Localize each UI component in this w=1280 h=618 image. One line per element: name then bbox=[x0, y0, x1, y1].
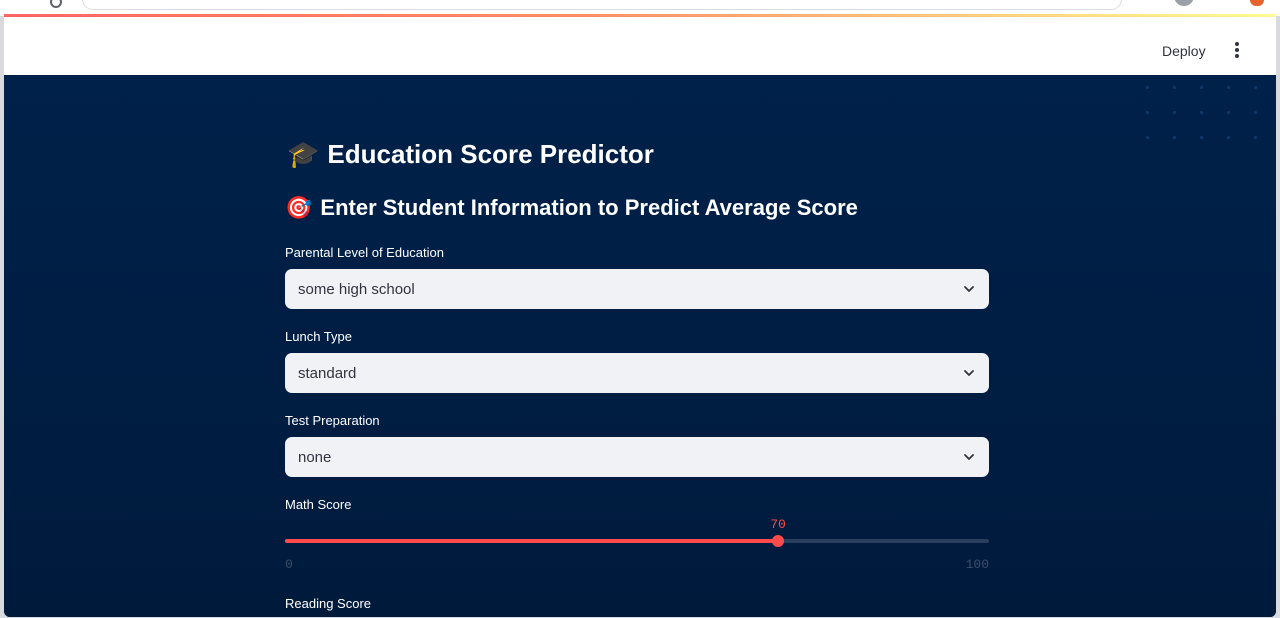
address-bar[interactable] bbox=[82, 0, 1122, 10]
section-heading-text: Enter Student Information to Predict Ave… bbox=[320, 195, 858, 220]
test-preparation-label: Test Preparation bbox=[285, 413, 380, 428]
math-score-label: Math Score bbox=[285, 497, 352, 512]
chevron-down-icon bbox=[964, 286, 974, 292]
math-score-min: 0 bbox=[285, 557, 293, 572]
parental-education-value: some high school bbox=[298, 280, 415, 298]
test-preparation-value: none bbox=[298, 448, 332, 466]
math-score-slider-fill bbox=[285, 539, 778, 543]
test-preparation-select[interactable]: none bbox=[285, 437, 989, 477]
app-window: Deploy 🎓 Education Score Predictor 🎯 Enter… bbox=[4, 17, 1276, 617]
extension-icon[interactable] bbox=[1250, 0, 1264, 6]
section-heading: 🎯 Enter Student Information to Predict Av… bbox=[285, 195, 858, 221]
page-title-text: Education Score Predictor bbox=[327, 139, 654, 169]
chevron-down-icon bbox=[964, 370, 974, 376]
app-header: Deploy bbox=[4, 17, 1276, 75]
reload-icon[interactable] bbox=[50, 0, 62, 8]
lunch-type-value: standard bbox=[298, 364, 357, 382]
lunch-type-label: Lunch Type bbox=[285, 329, 352, 344]
parental-education-select[interactable]: some high school bbox=[285, 269, 989, 309]
math-score-max: 100 bbox=[965, 557, 989, 572]
target-icon: 🎯 bbox=[285, 195, 313, 220]
main-menu-button[interactable] bbox=[1230, 42, 1244, 60]
reading-score-label: Reading Score bbox=[285, 596, 371, 611]
parental-education-label: Parental Level of Education bbox=[285, 245, 444, 260]
profile-avatar[interactable] bbox=[1174, 0, 1194, 6]
page-title: 🎓 Education Score Predictor bbox=[287, 139, 654, 170]
decorative-dot-pattern bbox=[1134, 75, 1274, 145]
math-score-slider-thumb[interactable] bbox=[772, 535, 784, 547]
chevron-down-icon bbox=[964, 454, 974, 460]
lunch-type-select[interactable]: standard bbox=[285, 353, 989, 393]
graduation-cap-icon: 🎓 bbox=[287, 139, 320, 169]
main-content: 🎓 Education Score Predictor 🎯 Enter Studen… bbox=[4, 75, 1276, 617]
math-score-value: 70 bbox=[770, 517, 786, 532]
math-score-slider[interactable] bbox=[285, 535, 989, 547]
vertical-dots-icon bbox=[1235, 42, 1239, 46]
deploy-button[interactable]: Deploy bbox=[1162, 41, 1206, 61]
